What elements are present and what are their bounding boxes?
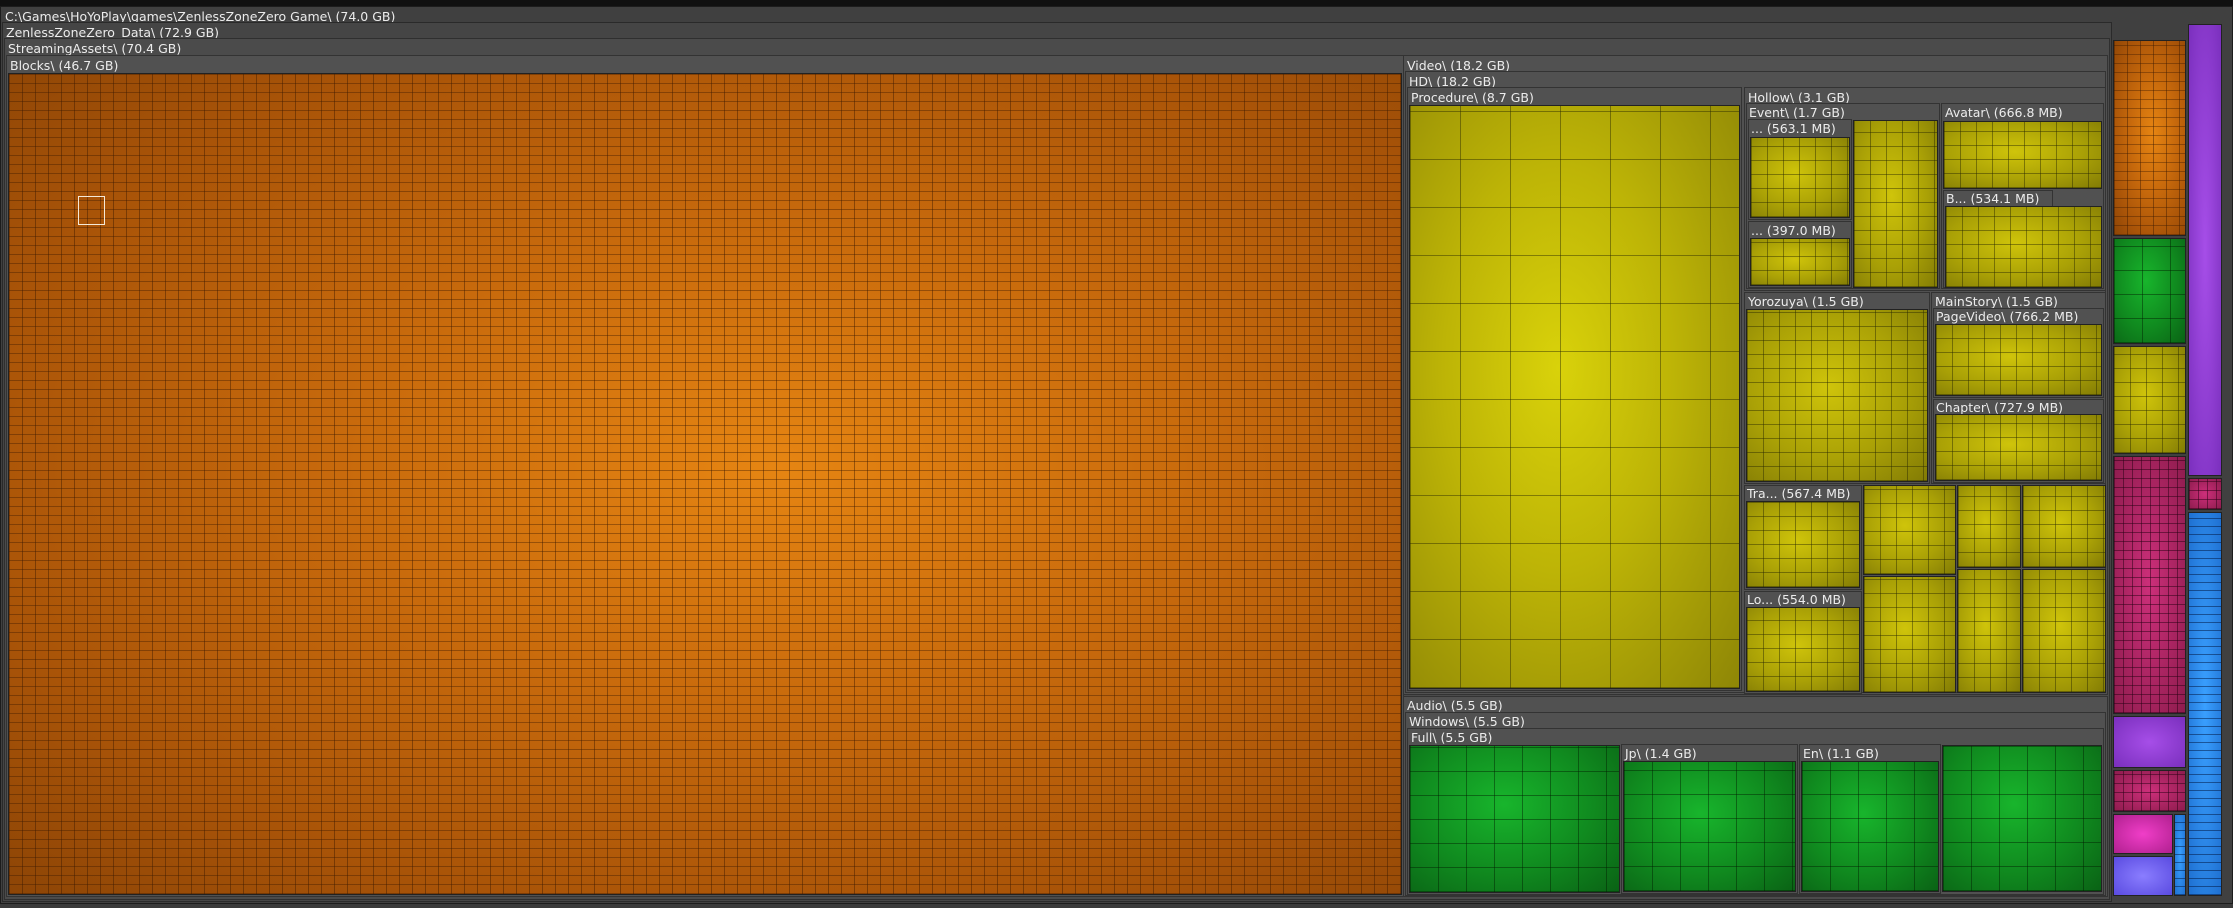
tra-files[interactable]: [1746, 501, 1860, 588]
other-yellow-files[interactable]: [2113, 346, 2186, 454]
audio-jp-files[interactable]: [1623, 761, 1796, 892]
folder-event-b-label: ... (397.0 MB): [1751, 223, 1836, 238]
folder-avatar-label: Avatar\ (666.8 MB): [1945, 105, 2063, 120]
pagevideo-files[interactable]: [1935, 324, 2102, 396]
event-a-files[interactable]: [1750, 137, 1850, 218]
other-pink-files[interactable]: [2113, 814, 2173, 854]
folder-audio-full-label: Full\ (5.5 GB): [1411, 730, 1493, 745]
event-c-files[interactable]: [1853, 120, 1938, 288]
other-magenta-small-files[interactable]: [2188, 478, 2222, 510]
folder-audio-jp-label: Jp\ (1.4 GB): [1625, 746, 1697, 761]
lo-files[interactable]: [1746, 607, 1860, 692]
video-misc-files-6[interactable]: [2022, 569, 2106, 693]
other-purple-files-2[interactable]: [2188, 24, 2222, 476]
other-blue-files[interactable]: [2188, 512, 2222, 896]
other-green-files[interactable]: [2113, 238, 2186, 344]
audio-other-files[interactable]: [1942, 745, 2102, 892]
folder-chapter-label: Chapter\ (727.9 MB): [1936, 400, 2064, 415]
video-misc-files-4[interactable]: [1863, 576, 1956, 693]
video-misc-files-3[interactable]: [2022, 485, 2106, 568]
other-misc-files[interactable]: [2113, 770, 2186, 812]
event-b-files[interactable]: [1750, 238, 1850, 286]
folder-procedure-label: Procedure\ (8.7 GB): [1411, 90, 1534, 105]
folder-tra-label: Tra... (567.4 MB): [1747, 486, 1851, 501]
avatar-b-files[interactable]: [1945, 206, 2102, 288]
folder-blocks-label: Blocks\ (46.7 GB): [10, 58, 119, 73]
avatar-files[interactable]: [1943, 121, 2102, 189]
folder-lo-label: Lo... (554.0 MB): [1747, 592, 1846, 607]
video-misc-files-2[interactable]: [1957, 485, 2021, 568]
procedure-files[interactable]: [1409, 105, 1740, 689]
folder-mainstory-label: MainStory\ (1.5 GB): [1935, 294, 2058, 309]
video-misc-files-1[interactable]: [1863, 485, 1956, 575]
yorozuya-files[interactable]: [1746, 309, 1928, 482]
selection-highlight: [78, 196, 105, 225]
other-violet-files[interactable]: [2113, 856, 2173, 896]
folder-audio-en-label: En\ (1.1 GB): [1803, 746, 1879, 761]
other-purple-files-1[interactable]: [2113, 716, 2186, 768]
folder-audio-label: Audio\ (5.5 GB): [1407, 698, 1503, 713]
folder-pagevideo-label: PageVideo\ (766.2 MB): [1936, 309, 2079, 324]
blocks-files[interactable]: [8, 73, 1402, 895]
folder-yorozuya-label: Yorozuya\ (1.5 GB): [1748, 294, 1864, 309]
video-misc-files-5[interactable]: [1957, 569, 2021, 693]
folder-streaming-assets-label: StreamingAssets\ (70.4 GB): [8, 41, 182, 56]
other-orange-files[interactable]: [2113, 40, 2186, 236]
folder-avatar-b-label: B... (534.1 MB): [1946, 191, 2040, 206]
audio-full-files[interactable]: [1409, 745, 1620, 893]
chapter-files[interactable]: [1935, 414, 2102, 481]
other-magenta-files[interactable]: [2113, 456, 2186, 714]
other-small-blue-files[interactable]: [2174, 814, 2186, 896]
audio-en-files[interactable]: [1801, 761, 1939, 892]
folder-event-label: Event\ (1.7 GB): [1749, 105, 1845, 120]
folder-event-a-label: ... (563.1 MB): [1751, 121, 1836, 136]
folder-audio-windows-label: Windows\ (5.5 GB): [1409, 714, 1525, 729]
